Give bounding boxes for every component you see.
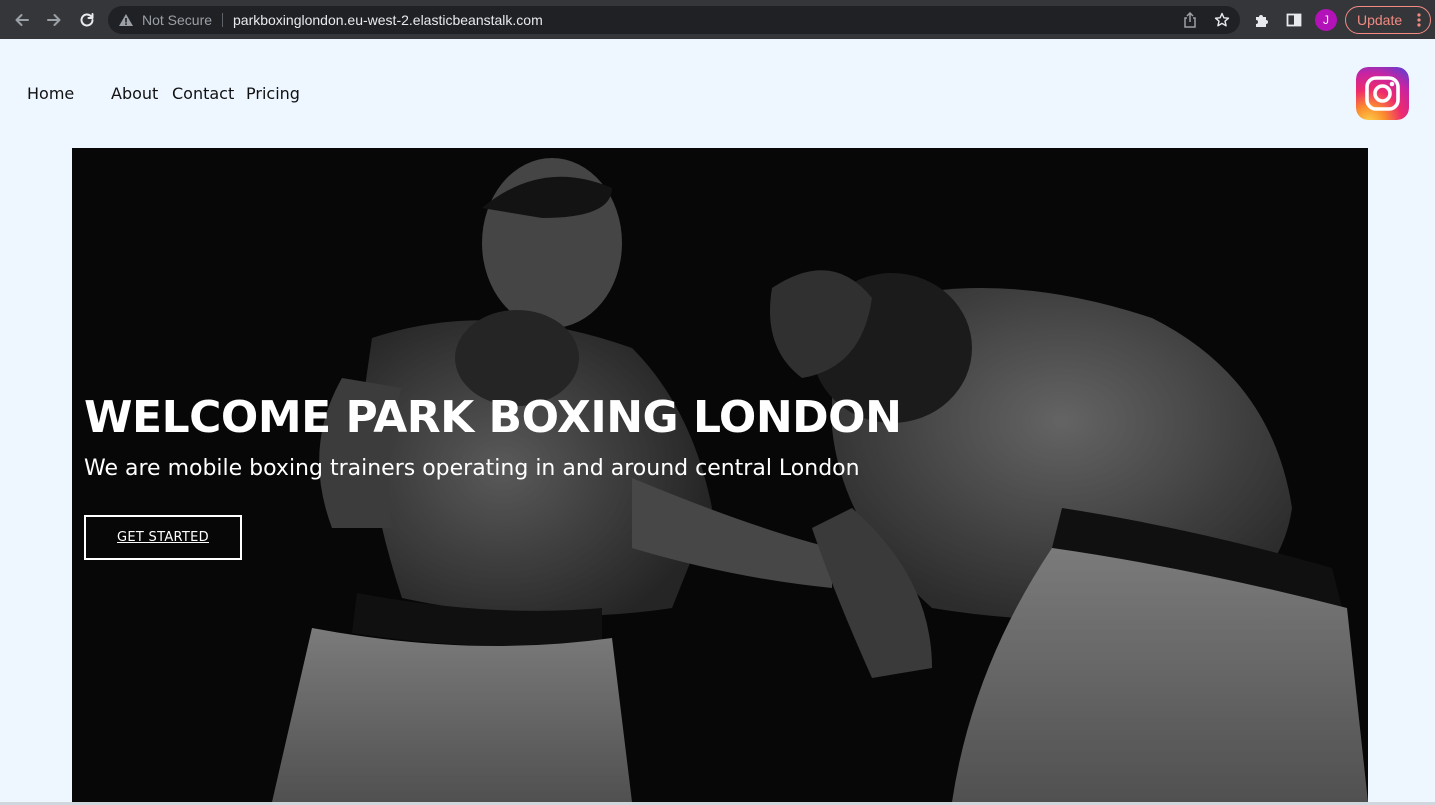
forward-arrow-icon[interactable] [42,8,66,32]
update-label: Update [1357,12,1403,28]
get-started-button[interactable]: GET STARTED [84,515,242,560]
address-bar[interactable]: Not Secure parkboxinglondon.eu-west-2.el… [108,6,1240,34]
warning-icon[interactable] [118,12,134,33]
omnibox-divider [222,13,223,27]
bookmark-star-icon[interactable] [1213,11,1231,29]
url-text[interactable]: parkboxinglondon.eu-west-2.elasticbeanst… [233,12,543,28]
profile-avatar[interactable]: J [1315,9,1337,31]
more-vert-icon[interactable] [1417,13,1421,30]
browser-toolbar: Not Secure parkboxinglondon.eu-west-2.el… [0,0,1435,39]
update-button[interactable]: Update [1345,6,1431,34]
hero-title: WELCOME PARK BOXING LONDON [84,392,902,443]
hero-subtitle: We are mobile boxing trainers operating … [84,456,860,481]
nav-home-link[interactable]: Home [27,84,74,103]
nav-about-link[interactable]: About [111,84,158,103]
back-arrow-icon[interactable] [10,8,34,32]
instagram-icon[interactable] [1356,67,1409,120]
share-icon[interactable] [1181,11,1199,29]
hero-section: WELCOME PARK BOXING LONDON We are mobile… [72,148,1368,802]
security-label[interactable]: Not Secure [142,12,212,28]
side-panel-icon[interactable] [1284,10,1304,30]
extensions-puzzle-icon[interactable] [1252,10,1272,30]
reload-icon[interactable] [75,8,99,32]
nav-pricing-link[interactable]: Pricing [246,84,300,103]
nav-contact-link[interactable]: Contact [172,84,234,103]
